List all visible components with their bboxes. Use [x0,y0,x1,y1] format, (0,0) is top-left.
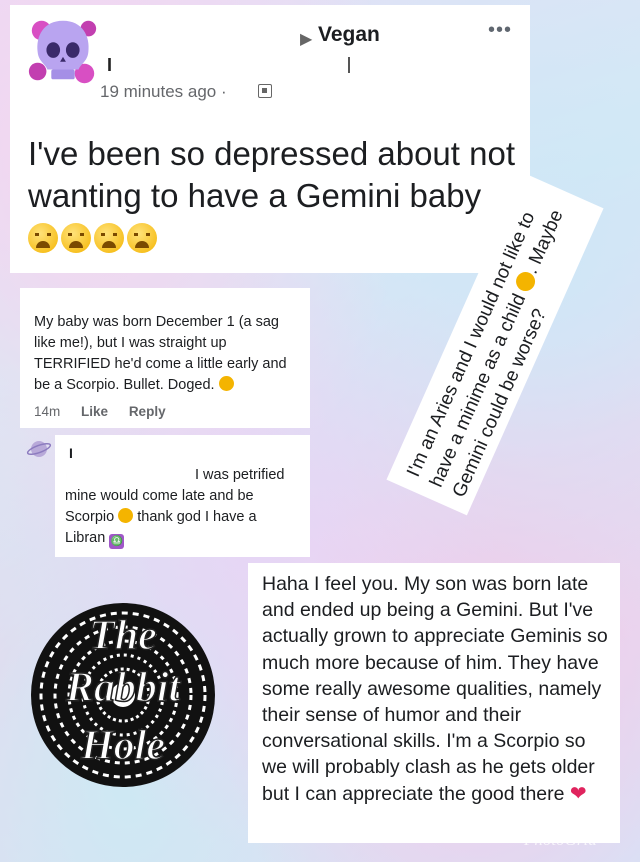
logo-text-hole: Hole [80,722,165,770]
laughing-emoji [218,376,234,391]
audience-icon[interactable] [258,84,272,98]
poster-name[interactable]: I [107,55,112,76]
planet-icon [26,441,52,457]
reply-body: Haha I feel you. My son was born late an… [262,573,608,805]
weary-face-emoji [61,223,91,253]
two-hearts-emoji: ❤ [569,782,587,805]
comment-line: Scorpio thank god I have a [65,507,305,528]
comment-body: My baby was born December 1 (a sag like … [34,314,287,393]
comment-line: mine would come late and be [65,488,254,504]
reply-card: Haha I feel you. My son was born late an… [248,563,620,843]
reply-link[interactable]: Reply [129,404,166,419]
post-text: I've been so depressed about not wanting… [28,135,515,214]
post-timestamp[interactable]: 19 minutes ago · [100,82,227,102]
comment-time[interactable]: 14m [34,404,60,419]
comment-actions: 14m Like Reply [34,404,183,419]
comment-card: I I was petrified mine would come late a… [55,435,310,557]
comment-text: My baby was born December 1 (a sag like … [34,312,304,396]
more-options-icon[interactable]: ••• [488,19,512,42]
comment-line: I was petrified [195,467,285,483]
reply-text: Haha I feel you. My son was born late an… [262,571,612,807]
post-card: I ▶ Vegan ••• 19 minutes ago · I've been… [10,5,530,273]
logo-text-rabbit: Rabbit [65,664,181,712]
photogrid-watermark: PhotoGrid [524,830,597,849]
comment-word: Scorpio [65,509,115,525]
grinning-emoji [118,508,134,523]
comment-word: Libran [65,530,106,546]
comment-word: thank god I have a [137,509,257,525]
text-cursor [348,57,350,73]
skull-icon[interactable] [24,13,102,91]
weary-face-emoji [127,223,157,253]
comment-line: Libran ♎ [65,528,305,549]
group-name[interactable]: Vegan [318,23,380,47]
commenter-name[interactable]: I [69,445,73,461]
triangle-right-icon: ▶ [300,31,313,48]
weary-face-emoji [94,223,124,253]
like-link[interactable]: Like [81,404,108,419]
comment-text: I was petrified mine would come late and… [65,465,305,549]
comment-card: My baby was born December 1 (a sag like … [20,288,310,428]
weary-face-emoji [28,223,58,253]
post-body: I've been so depressed about not wanting… [28,133,518,259]
libra-icon: ♎ [109,534,125,549]
logo-text-the: The [88,612,157,660]
